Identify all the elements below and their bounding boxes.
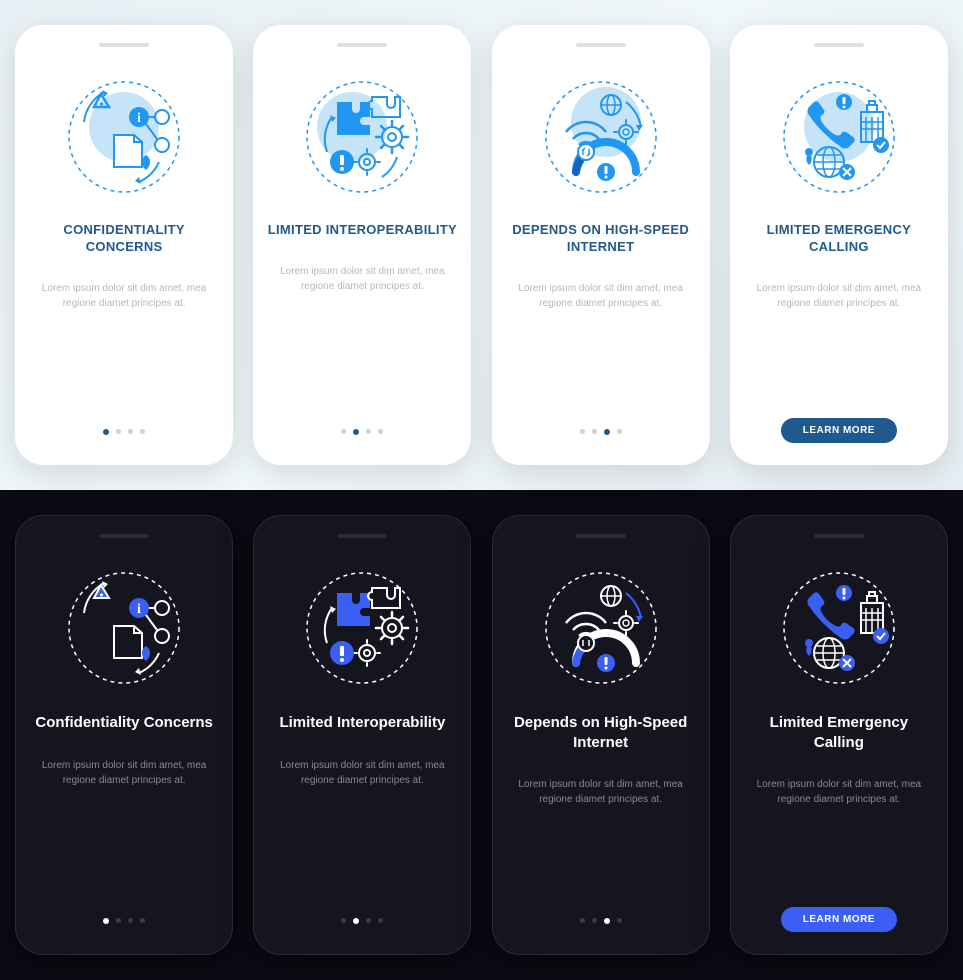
page-indicator[interactable] <box>580 429 622 435</box>
phone-notch <box>99 43 149 47</box>
onboarding-screen-2-light: LIMITED INTEROPERABILITY Lorem ipsum dol… <box>253 25 471 465</box>
learn-more-button[interactable]: LEARN MORE <box>781 418 897 443</box>
screen-title: CONFIDENTIALITY CONCERNS <box>29 222 219 256</box>
phone-notch <box>337 534 387 538</box>
screen-title: DEPENDS ON HIGH-SPEED INTERNET <box>506 222 696 256</box>
screen-body: Lorem ipsum dolor sit dim amet, mea regi… <box>744 281 934 311</box>
svg-text:i: i <box>137 111 141 126</box>
dark-theme-row: i Confidentiality Concerns Lorem ipsum d… <box>0 490 963 980</box>
screen-title: Limited Interoperability <box>279 713 445 733</box>
screen-body: Lorem ipsum dolor sit dim amet, mea regi… <box>30 758 218 788</box>
light-theme-row: i CONFIDENTIALITY CONCERNS Lorem ipsum d… <box>0 0 963 490</box>
screen-body: Lorem ipsum dolor sit dim amet, mea regi… <box>745 777 933 807</box>
phone-notch <box>337 43 387 47</box>
internet-speed-icon <box>531 558 671 698</box>
onboarding-screen-4-light: LIMITED EMERGENCY CALLING Lorem ipsum do… <box>730 25 948 465</box>
screen-body: Lorem ipsum dolor sit dim amet, mea regi… <box>267 264 457 294</box>
screen-body: Lorem ipsum dolor sit dim amet, mea regi… <box>507 777 695 807</box>
onboarding-screen-1-dark: i Confidentiality Concerns Lorem ipsum d… <box>15 515 233 955</box>
screen-body: Lorem ipsum dolor sit dim amet, mea regi… <box>506 281 696 311</box>
emergency-calling-icon <box>769 558 909 698</box>
screen-title: LIMITED EMERGENCY CALLING <box>744 222 934 256</box>
phone-notch <box>814 534 864 538</box>
phone-notch <box>99 534 149 538</box>
emergency-calling-icon <box>769 67 909 207</box>
phone-notch <box>814 43 864 47</box>
screen-title: Depends on High-Speed Internet <box>507 713 695 752</box>
phone-notch <box>576 534 626 538</box>
page-indicator[interactable] <box>103 429 145 435</box>
internet-speed-icon <box>531 67 671 207</box>
screen-title: LIMITED INTEROPERABILITY <box>268 222 457 239</box>
interoperability-icon <box>292 558 432 698</box>
screen-title: Limited Emergency Calling <box>745 713 933 752</box>
page-indicator[interactable] <box>341 918 383 924</box>
page-indicator[interactable] <box>103 918 145 924</box>
onboarding-screen-1-light: i CONFIDENTIALITY CONCERNS Lorem ipsum d… <box>15 25 233 465</box>
screen-body: Lorem ipsum dolor sit dim amet, mea regi… <box>29 281 219 311</box>
screen-title: Confidentiality Concerns <box>35 713 213 733</box>
interoperability-icon <box>292 67 432 207</box>
page-indicator[interactable] <box>341 429 383 435</box>
onboarding-screen-3-light: DEPENDS ON HIGH-SPEED INTERNET Lorem ips… <box>492 25 710 465</box>
onboarding-screen-4-dark: Limited Emergency Calling Lorem ipsum do… <box>730 515 948 955</box>
onboarding-screen-2-dark: Limited Interoperability Lorem ipsum dol… <box>253 515 471 955</box>
learn-more-button[interactable]: LEARN MORE <box>781 907 897 932</box>
page-indicator[interactable] <box>580 918 622 924</box>
confidentiality-icon: i <box>54 558 194 698</box>
confidentiality-icon: i <box>54 67 194 207</box>
onboarding-screen-3-dark: Depends on High-Speed Internet Lorem ips… <box>492 515 710 955</box>
svg-text:i: i <box>137 602 141 617</box>
phone-notch <box>576 43 626 47</box>
screen-body: Lorem ipsum dolor sit dim amet, mea regi… <box>268 758 456 788</box>
